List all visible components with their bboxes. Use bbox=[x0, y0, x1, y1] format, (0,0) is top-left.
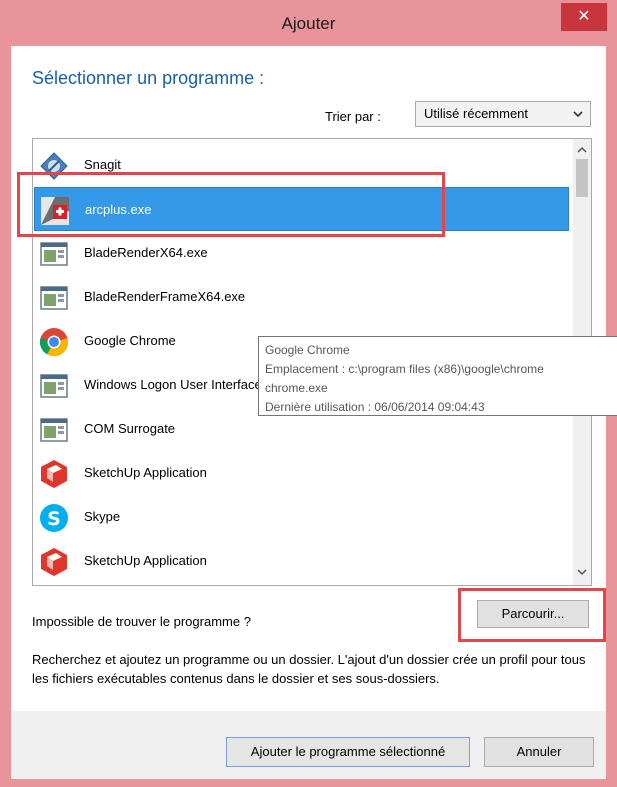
sketchup-icon bbox=[38, 546, 70, 578]
annotation-highlight-browse bbox=[458, 588, 606, 642]
sort-label: Trier par : bbox=[325, 109, 381, 124]
program-name: Skype bbox=[84, 509, 121, 524]
window-frame: Ajouter ✕ Sélectionner un programme : Tr… bbox=[0, 0, 617, 787]
program-name: BladeRenderFrameX64.exe bbox=[84, 289, 246, 304]
title-bar[interactable]: Ajouter ✕ bbox=[0, 0, 617, 46]
close-button[interactable]: ✕ bbox=[561, 3, 607, 31]
program-name: SketchUp Application bbox=[84, 553, 207, 568]
svg-text:S: S bbox=[47, 508, 61, 530]
generic-app-icon bbox=[38, 370, 70, 402]
chevron-down-icon bbox=[572, 102, 584, 135]
scrollbar-thumb[interactable] bbox=[576, 159, 588, 197]
generic-app-icon bbox=[38, 238, 70, 270]
sort-dropdown[interactable]: Utilisé récemment bbox=[415, 101, 591, 127]
chrome-icon bbox=[38, 326, 70, 358]
annotation-highlight-selected bbox=[17, 172, 445, 237]
tooltip-file: chrome.exe bbox=[265, 381, 328, 395]
page-title: Sélectionner un programme : bbox=[32, 68, 265, 88]
generic-app-icon bbox=[38, 414, 70, 446]
description-text: Recherchez et ajoutez un programme ou un… bbox=[32, 652, 586, 686]
tooltip-location: Emplacement : c:\program files (x86)\goo… bbox=[265, 362, 544, 376]
sort-selected-value: Utilisé récemment bbox=[424, 106, 529, 121]
scroll-up-icon[interactable] bbox=[573, 143, 591, 157]
program-list-item[interactable]: BladeRenderFrameX64.exe bbox=[34, 275, 569, 319]
program-name: Google Chrome bbox=[84, 333, 176, 348]
program-list-item[interactable]: S Skype bbox=[34, 495, 569, 539]
dialog-footer: Ajouter le programme sélectionné Annuler bbox=[11, 711, 606, 779]
program-list-item[interactable]: BladeRenderX64.exe bbox=[34, 231, 569, 275]
cant-find-text: Impossible de trouver le programme ? bbox=[32, 614, 251, 629]
program-name: Snagit bbox=[84, 157, 121, 172]
skype-icon: S bbox=[38, 502, 70, 534]
sketchup-icon bbox=[38, 458, 70, 490]
close-icon: ✕ bbox=[577, 8, 591, 25]
program-tooltip: Google Chrome Emplacement : c:\program f… bbox=[258, 336, 617, 416]
program-name: SketchUp Application bbox=[84, 465, 207, 480]
scroll-down-icon[interactable] bbox=[573, 565, 591, 579]
tooltip-last-used: Dernière utilisation : 06/06/2014 09:04:… bbox=[265, 400, 485, 414]
program-name: COM Surrogate bbox=[84, 421, 176, 436]
generic-app-icon bbox=[38, 282, 70, 314]
program-list-item[interactable]: SketchUp Application bbox=[34, 539, 569, 583]
tooltip-name: Google Chrome bbox=[265, 343, 350, 357]
add-selected-program-button[interactable]: Ajouter le programme sélectionné bbox=[226, 737, 470, 767]
window-title: Ajouter bbox=[281, 14, 336, 33]
program-name: BladeRenderX64.exe bbox=[84, 245, 208, 260]
cancel-button[interactable]: Annuler bbox=[484, 737, 594, 767]
program-list-item[interactable]: SketchUp Application bbox=[34, 451, 569, 495]
